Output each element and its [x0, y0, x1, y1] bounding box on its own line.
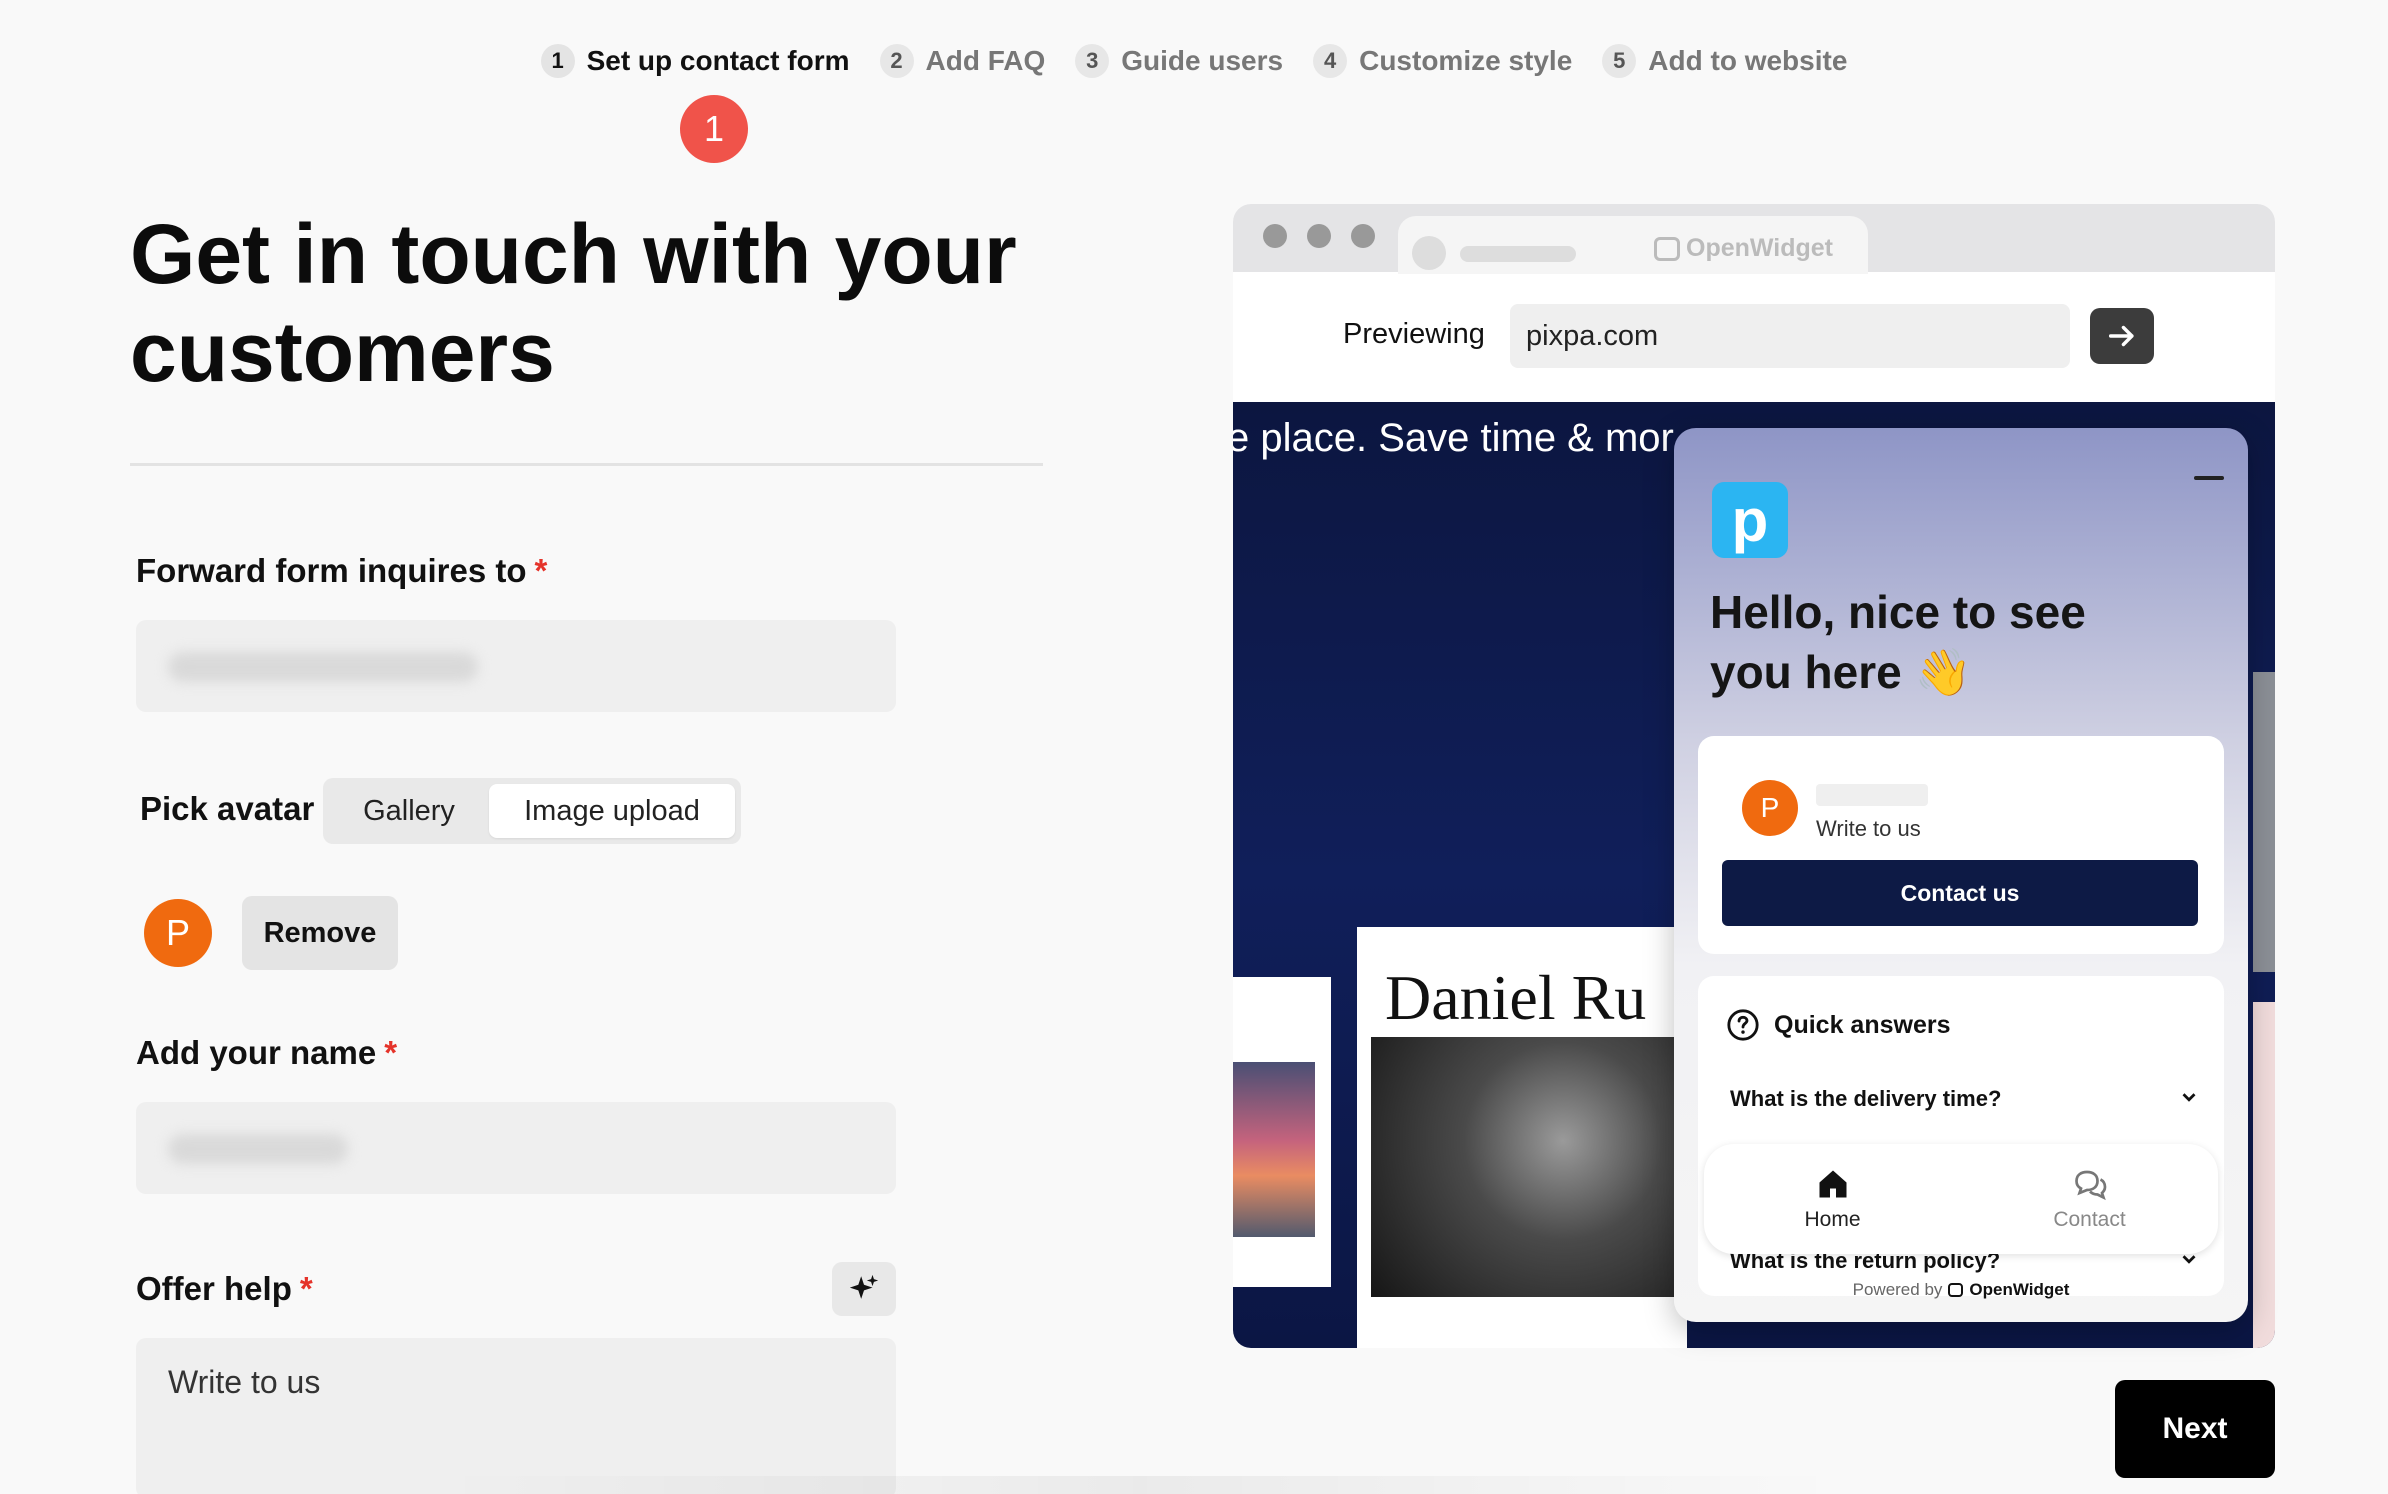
- powered-by-brand: OpenWidget: [1969, 1280, 2070, 1299]
- nav-contact[interactable]: Contact: [1961, 1144, 2218, 1254]
- forward-email-field[interactable]: [136, 620, 896, 712]
- brand-logo: p: [1712, 482, 1788, 558]
- step-label: Guide users: [1121, 45, 1284, 76]
- nav-contact-label: Contact: [2053, 1208, 2126, 1231]
- offer-help-label: Offer help *: [136, 1270, 313, 1308]
- forward-label: Forward form inquires to *: [136, 552, 547, 590]
- tab-favicon: [1412, 236, 1446, 270]
- avatar-source-toggle: Gallery Image upload: [323, 778, 741, 844]
- required-mark: *: [534, 552, 548, 589]
- powered-by: Powered by OpenWidget: [1674, 1280, 2248, 1300]
- preview-go-button[interactable]: [2090, 308, 2154, 364]
- step-number: 5: [1602, 44, 1637, 78]
- name-label: Add your name *: [136, 1034, 397, 1072]
- chat-bubbles-icon: [2074, 1170, 2106, 1201]
- required-mark: *: [384, 1034, 398, 1071]
- browser-brand-text: OpenWidget: [1686, 234, 1833, 262]
- tab-image-upload[interactable]: Image upload: [489, 784, 735, 838]
- bottom-shadow: [440, 1476, 1840, 1494]
- name-field[interactable]: [136, 1102, 896, 1194]
- site-card-right: [2253, 672, 2275, 972]
- tab-title-placeholder: [1460, 246, 1576, 262]
- powered-by-text: Powered by: [1852, 1280, 1943, 1299]
- nav-home-label: Home: [1804, 1208, 1861, 1231]
- window-dot: [1351, 224, 1375, 248]
- arrow-right-icon: [2108, 325, 2134, 347]
- openwidget-logo-icon: [1654, 236, 1680, 261]
- ai-sparkle-button[interactable]: [832, 1262, 896, 1316]
- offer-help-textarea[interactable]: Write to us: [136, 1338, 896, 1494]
- step-label: Customize style: [1359, 45, 1573, 76]
- nav-home[interactable]: Home: [1704, 1144, 1961, 1254]
- step-add-to-website[interactable]: 5 Add to website: [1602, 44, 1847, 78]
- agent-name-placeholder: [1816, 784, 1928, 806]
- site-sunset-image: [1233, 1062, 1315, 1237]
- step-label: Add to website: [1648, 45, 1848, 76]
- next-button[interactable]: Next: [2115, 1380, 2275, 1478]
- openwidget-logo-icon: [1948, 1283, 1964, 1297]
- previewing-label: Previewing: [1343, 318, 1485, 350]
- sparkle-icon: [849, 1274, 879, 1299]
- site-card-right-pink: [2253, 1002, 2275, 1348]
- faq-question: What is the delivery time?: [1730, 1086, 2002, 1111]
- chat-widget: p Hello, nice to see you here 👋 P Write …: [1674, 428, 2248, 1322]
- contact-us-button[interactable]: Contact us: [1722, 860, 2198, 926]
- window-dot: [1263, 224, 1287, 248]
- agent-avatar: P: [1742, 780, 1798, 836]
- required-mark: *: [299, 1270, 313, 1307]
- browser-brand: OpenWidget: [1654, 234, 1833, 263]
- site-card-portfolio: Daniel Ru: [1357, 927, 1691, 1348]
- blurred-email: [168, 652, 478, 682]
- page-title: Get in touch with your customers: [130, 207, 1017, 399]
- step-label: Add FAQ: [925, 45, 1046, 76]
- tab-gallery[interactable]: Gallery: [329, 784, 489, 838]
- quick-answers-header: Quick answers: [1726, 1008, 1950, 1042]
- step-setup-contact-form[interactable]: 1 Set up contact form: [540, 44, 850, 78]
- home-icon: [1819, 1170, 1846, 1198]
- remove-avatar-button[interactable]: Remove: [242, 896, 398, 970]
- blurred-name: [168, 1134, 348, 1164]
- faq-item[interactable]: What is the delivery time?: [1730, 1086, 2200, 1112]
- contact-card: P Write to us Contact us: [1698, 736, 2224, 954]
- window-dot: [1307, 224, 1331, 248]
- site-headline: e place. Save time & mor: [1233, 416, 1674, 460]
- minimize-icon[interactable]: [2194, 476, 2224, 480]
- avatar-label: Pick avatar: [140, 790, 315, 827]
- browser-titlebar: OpenWidget: [1233, 204, 2275, 274]
- step-label: Set up contact form: [586, 45, 850, 76]
- widget-nav: Home Contact: [1704, 1144, 2218, 1254]
- site-portrait-image: [1371, 1037, 1691, 1297]
- offer-help-label-text: Offer help: [136, 1270, 292, 1307]
- active-step-badge: 1: [680, 95, 748, 163]
- avatar: P: [144, 899, 212, 967]
- step-number: 2: [879, 44, 914, 78]
- browser-tab: OpenWidget: [1398, 216, 1868, 274]
- step-number: 3: [1075, 44, 1110, 78]
- write-to-us-text: Write to us: [1816, 816, 1921, 841]
- divider: [130, 463, 1043, 466]
- preview-url-input[interactable]: pixpa.com: [1510, 304, 2070, 368]
- forward-label-text: Forward form inquires to: [136, 552, 527, 589]
- step-customize-style[interactable]: 4 Customize style: [1313, 44, 1572, 78]
- widget-greeting: Hello, nice to see you here 👋: [1710, 586, 2086, 698]
- name-label-text: Add your name: [136, 1034, 377, 1071]
- question-circle-icon: [1727, 1009, 1759, 1041]
- stepper: 1 Set up contact form 2 Add FAQ 3 Guide …: [0, 44, 2388, 78]
- step-number: 4: [1313, 44, 1348, 78]
- chevron-down-icon: [2182, 1093, 2196, 1102]
- site-card-name: Daniel Ru: [1385, 962, 1647, 1033]
- step-guide-users[interactable]: 3 Guide users: [1075, 44, 1283, 78]
- step-number: 1: [540, 44, 575, 78]
- quick-answers-title: Quick answers: [1774, 1010, 1951, 1039]
- step-add-faq[interactable]: 2 Add FAQ: [879, 44, 1046, 78]
